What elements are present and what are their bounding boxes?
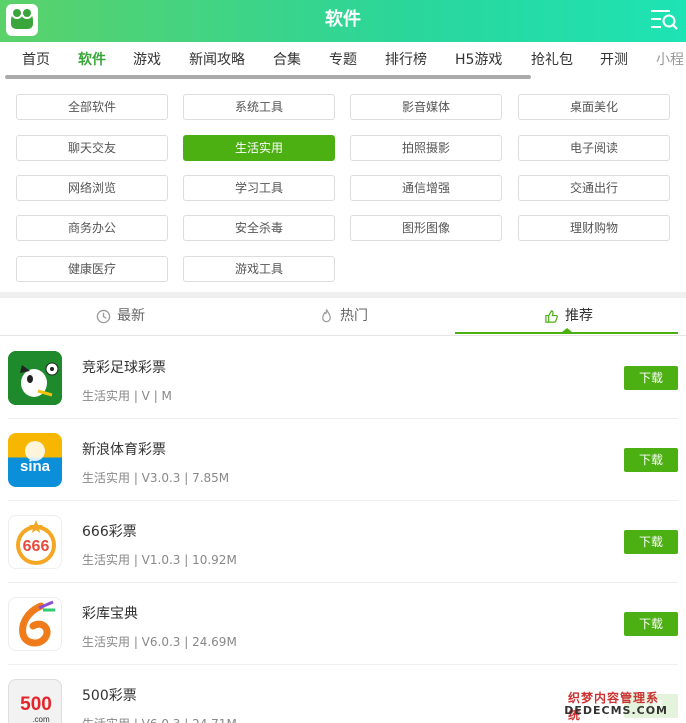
tab-hot-label: 热门 (340, 308, 368, 324)
download-button[interactable]: 下载 (624, 530, 678, 554)
category-system-tools[interactable]: 系统工具 (183, 94, 335, 120)
watermark: 织梦内容管理系统 DEDECMS.COM (564, 687, 678, 722)
app-name[interactable]: 500彩票 (82, 685, 137, 705)
category-learning[interactable]: 学习工具 (183, 175, 335, 201)
666-logo-icon: 666 (16, 520, 56, 565)
active-tab-notch (562, 328, 572, 332)
category-graphics[interactable]: 图形图像 (350, 215, 502, 241)
svg-text:.com: .com (32, 715, 50, 723)
nav-item-news[interactable]: 新闻攻略 (189, 42, 245, 78)
list-item[interactable]: 彩库宝典 生活实用 | V6.0.3 | 24.69M 下载 (0, 583, 686, 665)
app-icon-666-lottery[interactable]: 666 (8, 515, 62, 569)
app-meta: 生活实用 | V | M (82, 389, 172, 403)
download-button[interactable]: 下载 (624, 366, 678, 390)
app-name[interactable]: 新浪体育彩票 (82, 439, 166, 459)
app-name[interactable]: 彩库宝典 (82, 603, 138, 623)
category-travel[interactable]: 交通出行 (518, 175, 670, 201)
svg-text:500: 500 (20, 694, 52, 715)
category-health[interactable]: 健康医疗 (16, 256, 168, 282)
category-business[interactable]: 商务办公 (16, 215, 168, 241)
app-icon-500-lottery[interactable]: 500 .com (8, 679, 62, 723)
category-photo[interactable]: 拍照摄影 (350, 135, 502, 161)
app-meta: 生活实用 | V1.0.3 | 10.92M (82, 553, 237, 567)
category-desktop[interactable]: 桌面美化 (518, 94, 670, 120)
category-finance[interactable]: 理财购物 (518, 215, 670, 241)
menu-search-icon[interactable] (650, 8, 678, 32)
category-all[interactable]: 全部软件 (16, 94, 168, 120)
download-button[interactable]: 下载 (624, 612, 678, 636)
app-icon-sina-lottery[interactable]: sina (8, 433, 62, 487)
app-icon-football-lottery[interactable] (8, 351, 62, 405)
app-name[interactable]: 666彩票 (82, 521, 137, 541)
nav-item-games[interactable]: 游戏 (133, 42, 161, 78)
app-meta: 生活实用 | V6.0.3 | 24.71M (82, 715, 237, 723)
sina-logo-icon: sina (20, 441, 51, 475)
svg-text:sina: sina (20, 458, 51, 475)
app-header: 软件 (0, 0, 686, 42)
tab-latest-label: 最新 (117, 308, 145, 324)
category-ebook[interactable]: 电子阅读 (518, 135, 670, 161)
app-icon-caiku[interactable] (8, 597, 62, 651)
svg-text:666: 666 (23, 538, 50, 555)
category-lifestyle[interactable]: 生活实用 (183, 135, 335, 161)
flame-icon (322, 309, 331, 323)
category-grid: 全部软件 系统工具 影音媒体 桌面美化 聊天交友 生活实用 拍照摄影 电子阅读 … (0, 82, 686, 292)
list-tabs: 最新 热门 推荐 (0, 298, 686, 336)
download-button[interactable]: 下载 (624, 448, 678, 472)
nav-item-software[interactable]: 软件 (78, 42, 106, 78)
nav-item-mini-programs[interactable]: 小程 (656, 42, 684, 78)
app-name[interactable]: 竞彩足球彩票 (82, 357, 166, 377)
football-mascot-icon (8, 351, 62, 405)
category-media[interactable]: 影音媒体 (350, 94, 502, 120)
category-game-tools[interactable]: 游戏工具 (183, 256, 335, 282)
app-meta: 生活实用 | V3.0.3 | 7.85M (82, 471, 230, 485)
category-chat[interactable]: 聊天交友 (16, 135, 168, 161)
nav-item-topics[interactable]: 专题 (329, 42, 357, 78)
tab-latest[interactable]: 最新 (96, 298, 145, 334)
list-item[interactable]: 666 666彩票 生活实用 | V1.0.3 | 10.92M 下载 (0, 501, 686, 583)
nav-item-h5-games[interactable]: H5游戏 (455, 42, 502, 78)
nav-item-home[interactable]: 首页 (22, 42, 50, 78)
tab-hot[interactable]: 热门 (319, 298, 368, 334)
clock-icon (96, 309, 111, 323)
watermark-line2: DEDECMS.COM (564, 704, 668, 717)
active-tab-indicator (455, 332, 678, 334)
caiku-logo-icon (19, 600, 55, 647)
500-logo-icon: 500 .com (20, 694, 52, 723)
app-meta: 生活实用 | V6.0.3 | 24.69M (82, 635, 237, 649)
thumbs-up-icon (545, 309, 558, 323)
page-title: 软件 (325, 9, 361, 30)
category-security[interactable]: 安全杀毒 (183, 215, 335, 241)
nav-item-rankings[interactable]: 排行榜 (385, 42, 427, 78)
nav-item-gift-packs[interactable]: 抢礼包 (531, 42, 573, 78)
nav-scrollbar[interactable] (5, 75, 531, 79)
list-item[interactable]: 竞彩足球彩票 生活实用 | V | M 下载 (0, 337, 686, 419)
category-browser[interactable]: 网络浏览 (16, 175, 168, 201)
nav-item-beta[interactable]: 开测 (600, 42, 628, 78)
category-communication[interactable]: 通信增强 (350, 175, 502, 201)
nav-item-collections[interactable]: 合集 (273, 42, 301, 78)
list-item[interactable]: sina 新浪体育彩票 生活实用 | V3.0.3 | 7.85M 下载 (0, 419, 686, 501)
